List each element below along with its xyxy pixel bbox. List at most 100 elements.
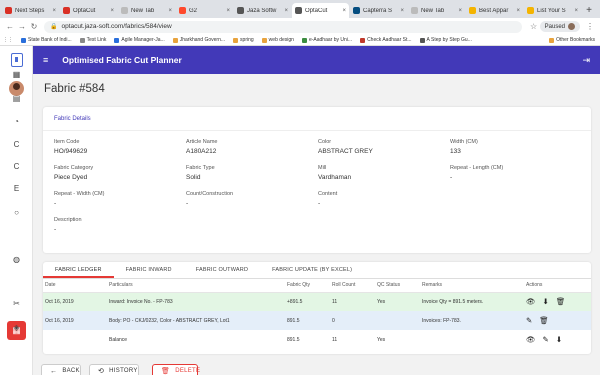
- close-icon[interactable]: ×: [226, 8, 230, 14]
- bookmark-item[interactable]: State Bank of Indi...: [21, 37, 72, 43]
- detail-field: Fabric Type Solid: [186, 164, 318, 184]
- table-row: Balance 891.5 11 Yes 👁 ✎ ⬇: [43, 330, 591, 349]
- bookmark-item[interactable]: web design: [261, 37, 294, 43]
- url-input[interactable]: 🔒 optacut.jaza-soft.com/fabrics/584/view: [44, 20, 522, 33]
- cell-rolls: 11: [332, 336, 338, 343]
- bookmark-item[interactable]: Jharkhand Govern...: [172, 37, 225, 43]
- browser-tab[interactable]: OptaCut ×: [60, 3, 117, 18]
- logout-icon[interactable]: ⇥: [582, 55, 590, 66]
- bookmark-item[interactable]: Check Aadhaar St...: [360, 37, 412, 43]
- edit-icon[interactable]: ✎: [543, 335, 549, 344]
- reload-icon[interactable]: ↻: [28, 22, 40, 31]
- new-tab-icon[interactable]: +: [582, 3, 596, 18]
- gauge-icon[interactable]: ◔: [0, 117, 33, 127]
- app-title: Optimised Fabric Cut Planner: [62, 55, 182, 65]
- page-title: Fabric #584: [44, 83, 105, 95]
- history-button[interactable]: ⟲ HISTORY: [89, 364, 139, 375]
- history-icon: ⟲: [98, 368, 105, 375]
- bookmark-item[interactable]: Test Link: [79, 37, 106, 43]
- scissors-icon[interactable]: ✂: [0, 299, 33, 309]
- fabric-details-card: Fabric Details Item Code HO/949629 Article…: [43, 107, 591, 253]
- cell-qc: Yes: [375, 292, 420, 311]
- browser-tab[interactable]: OptaCut ×: [292, 3, 349, 18]
- letter-c-icon[interactable]: C: [0, 162, 33, 172]
- close-icon[interactable]: ×: [284, 8, 288, 14]
- browser-tab[interactable]: New Tab ×: [118, 3, 175, 18]
- browser-tab[interactable]: List Your S ×: [524, 3, 581, 18]
- field-label: Fabric Category: [54, 165, 94, 171]
- edit-icon[interactable]: ✎: [526, 316, 532, 325]
- browser-tab[interactable]: Best Appar ×: [466, 3, 523, 18]
- folder-icon: [549, 37, 555, 43]
- circle-icon[interactable]: ○: [0, 208, 33, 218]
- app-logo[interactable]: [11, 53, 23, 67]
- bookmark-item[interactable]: spring: [233, 37, 254, 43]
- palette-icon[interactable]: ◍: [0, 255, 33, 265]
- field-label: Description: [54, 217, 82, 223]
- profile-button[interactable]: Paused: [539, 21, 580, 32]
- delete-icon[interactable]: 🗑: [539, 316, 549, 325]
- browser-menu-icon[interactable]: ⋮: [584, 22, 596, 31]
- close-icon[interactable]: ×: [110, 8, 114, 14]
- dashboard-icon[interactable]: ▦: [0, 70, 33, 80]
- browser-tab[interactable]: Next Steps ×: [2, 3, 59, 18]
- tab-title: Jaza Softw: [247, 7, 277, 14]
- close-icon[interactable]: ×: [342, 8, 346, 14]
- download-icon[interactable]: ⬇: [556, 335, 562, 344]
- url-text: optacut.jaza-soft.com/fabrics/584/view: [61, 23, 172, 30]
- close-icon[interactable]: ×: [52, 8, 56, 14]
- tab-favicon: [295, 7, 302, 14]
- field-value: -: [318, 200, 321, 207]
- row-actions: ✎ 🗑: [526, 316, 591, 325]
- delete-icon[interactable]: 🗑: [556, 297, 566, 306]
- close-icon[interactable]: ×: [400, 8, 404, 14]
- back-button[interactable]: ← BACK: [41, 364, 81, 375]
- close-icon[interactable]: ×: [168, 8, 172, 14]
- download-icon[interactable]: ⬇: [543, 297, 549, 306]
- browser-tab[interactable]: New Tab ×: [408, 3, 465, 18]
- bookmark-icon: [419, 37, 425, 43]
- other-bookmarks[interactable]: Other Bookmarks: [549, 37, 595, 43]
- ledger-tab[interactable]: FABRIC UPDATE (BY EXCEL): [260, 262, 364, 278]
- bookmark-item[interactable]: e-Aadhaar by Uni...: [301, 37, 352, 43]
- field-value: ABSTRACT GREY: [318, 148, 373, 155]
- bookmark-item[interactable]: Agile Manager-Ja...: [114, 37, 165, 43]
- cell-actions: 👁 ⬇ 🗑: [524, 292, 591, 311]
- lock-icon: 🔒: [50, 24, 58, 30]
- star-icon[interactable]: ☆: [528, 22, 540, 31]
- letter-e-icon[interactable]: E: [0, 184, 33, 194]
- field-value: A180A212: [186, 148, 217, 155]
- column-header: Remarks: [420, 279, 524, 293]
- column-header: Particulars: [107, 279, 285, 293]
- bookmark-label: spring: [240, 37, 254, 43]
- layers-icon[interactable]: ◈: [0, 323, 33, 333]
- view-icon[interactable]: 👁: [526, 335, 536, 344]
- menu-icon[interactable]: ≡: [43, 55, 48, 65]
- ledger-tab[interactable]: FABRIC INWARD: [114, 262, 184, 278]
- ledger-tab[interactable]: FABRIC LEDGER: [43, 262, 114, 278]
- ledger-tab[interactable]: FABRIC OUTWARD: [184, 262, 260, 278]
- browser-tab[interactable]: G2 ×: [176, 3, 233, 18]
- tab-title: New Tab: [421, 7, 445, 14]
- tab-title: Best Appar: [479, 7, 509, 14]
- clipboard-icon[interactable]: ▤: [0, 94, 33, 104]
- close-icon[interactable]: ×: [516, 8, 520, 14]
- delete-button[interactable]: 🗑 DELETE: [152, 364, 201, 375]
- card-heading: Fabric Details: [43, 107, 591, 131]
- cell-qc: [375, 311, 420, 330]
- back-arrow-icon[interactable]: ←: [4, 22, 16, 31]
- detail-field: Color ABSTRACT GREY: [318, 138, 450, 158]
- browser-tab[interactable]: Jaza Softw ×: [234, 3, 291, 18]
- tab-title: OptaCut: [73, 7, 96, 14]
- bookmark-item[interactable]: A Step by Step Gu...: [419, 37, 472, 43]
- apps-icon[interactable]: ⋮⋮: [3, 37, 13, 43]
- delete-button-label: DELETE: [175, 368, 201, 374]
- browser-tab[interactable]: Capterra S ×: [350, 3, 407, 18]
- letter-c-icon[interactable]: C: [0, 140, 33, 150]
- tab-favicon: [179, 7, 186, 14]
- forward-arrow-icon[interactable]: →: [16, 22, 28, 31]
- close-icon[interactable]: ×: [458, 8, 462, 14]
- close-icon[interactable]: ×: [574, 8, 578, 14]
- view-icon[interactable]: 👁: [526, 297, 536, 306]
- other-bookmarks-label: Other Bookmarks: [556, 37, 595, 43]
